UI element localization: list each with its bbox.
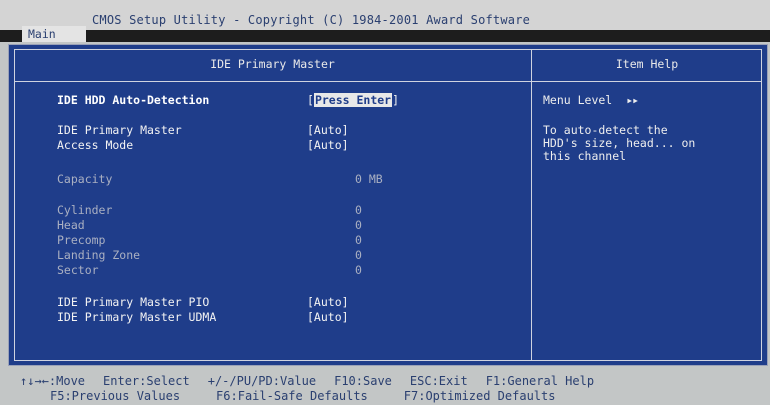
key-legend: ↑↓→←:Move Enter:Select +/-/PU/PD:Value F10:… — [0, 368, 770, 405]
key-value: +/-/PU/PD:Value — [207, 374, 317, 388]
capacity-label: Capacity — [57, 172, 113, 186]
primary-master-label: IDE Primary Master — [57, 123, 182, 137]
menu-marker — [7, 33, 23, 41]
setup-screen: IDE Primary Master Item Help IDE HDD Aut… — [8, 44, 768, 366]
primary-master-value[interactable]: [Auto] — [307, 123, 349, 137]
capacity-value: 0 MB — [355, 172, 383, 186]
cylinder-value: 0 — [355, 203, 362, 217]
title-bar: CMOS Setup Utility - Copyright (C) 1984-… — [0, 0, 770, 42]
key-move: ↑↓→←:Move — [20, 374, 86, 388]
key-legend-row-2: F5:Previous Values F6:Fail-Safe Defaults F… — [50, 389, 555, 403]
tab-main[interactable]: Main — [22, 26, 86, 42]
landing-zone-label: Landing Zone — [57, 248, 141, 262]
udma-value[interactable]: [Auto] — [307, 310, 349, 324]
precomp-label: Precomp — [57, 233, 106, 247]
sector-value: 0 — [355, 263, 362, 277]
precomp-value: 0 — [355, 233, 362, 247]
help-title: Item Help — [615, 57, 679, 71]
help-text-line-1: To auto-detect the — [543, 123, 668, 137]
menu-level-label: Menu Level — [543, 93, 613, 107]
menu-level-arrows-icon: ▸▸ — [626, 93, 639, 107]
help-text-line-3: this channel — [543, 149, 627, 163]
cylinder-label: Cylinder — [57, 203, 113, 217]
key-fail-safe-defaults: F6:Fail-Safe Defaults — [216, 389, 368, 403]
header-divider — [14, 81, 762, 82]
key-exit: ESC:Exit — [409, 374, 468, 388]
landing-zone-value: 0 — [355, 248, 362, 262]
menu-level: Menu Level ▸▸ — [543, 93, 639, 107]
key-save: F10:Save — [334, 374, 392, 388]
auto-detection-value[interactable]: [Press Enter] — [307, 93, 399, 107]
panel-divider — [531, 49, 532, 361]
head-value: 0 — [355, 218, 362, 232]
key-legend-row-1: ↑↓→←:Move Enter:Select +/-/PU/PD:Value F10:… — [20, 374, 594, 388]
press-enter-highlight[interactable]: Press Enter — [313, 93, 393, 107]
panel-title: IDE Primary Master — [210, 57, 335, 71]
sector-label: Sector — [57, 263, 99, 277]
pio-label: IDE Primary Master PIO — [57, 295, 210, 309]
auto-detection-label: IDE HDD Auto-Detection — [57, 93, 210, 107]
udma-label: IDE Primary Master UDMA — [57, 310, 217, 324]
key-previous-values: F5:Previous Values — [50, 389, 181, 403]
window-title: CMOS Setup Utility - Copyright (C) 1984-… — [92, 13, 531, 27]
key-optimized-defaults: F7:Optimized Defaults — [403, 389, 556, 403]
menu-strip — [0, 30, 770, 42]
key-general-help: F1:General Help — [485, 374, 595, 388]
head-label: Head — [57, 218, 85, 232]
key-select: Enter:Select — [103, 374, 190, 388]
access-mode-label: Access Mode — [57, 138, 134, 152]
help-text-line-2: HDD's size, head... on — [543, 136, 696, 150]
pio-value[interactable]: [Auto] — [307, 295, 349, 309]
access-mode-value[interactable]: [Auto] — [307, 138, 349, 152]
